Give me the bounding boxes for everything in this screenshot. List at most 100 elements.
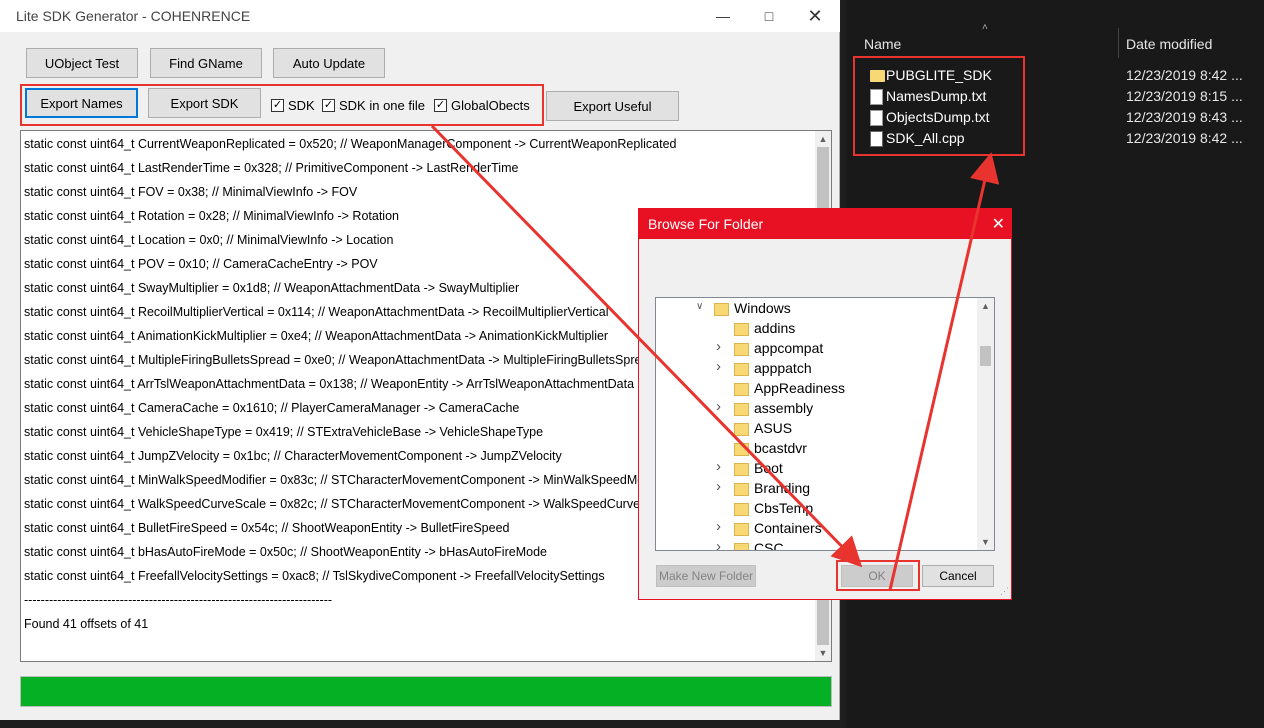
- folder-icon: [734, 543, 749, 550]
- text-file-icon: [870, 89, 883, 105]
- global-objects-label: GlobalObects: [451, 98, 530, 113]
- folder-icon: [734, 423, 749, 436]
- close-button[interactable]: ✕: [792, 0, 838, 32]
- log-line: static const uint64_t AnimationKickMulti…: [24, 329, 609, 343]
- window-title: Lite SDK Generator - COHENRENCE: [16, 8, 251, 24]
- file-row[interactable]: NamesDump.txt 12/23/2019 8:15 ...: [846, 87, 1264, 107]
- log-line: static const uint64_t VehicleShapeType =…: [24, 425, 544, 439]
- title-bar: Lite SDK Generator - COHENRENCE — □ ✕: [0, 0, 840, 32]
- file-row[interactable]: PUBGLITE_SDK 12/23/2019 8:42 ...: [846, 66, 1264, 86]
- folder-icon: [734, 323, 749, 336]
- find-gname-button[interactable]: Find GName: [150, 48, 262, 78]
- chevron-right-icon[interactable]: ›: [716, 358, 728, 375]
- dialog-title: Browse For Folder: [648, 216, 764, 232]
- log-line: static const uint64_t RecoilMultiplierVe…: [24, 305, 609, 319]
- file-name: PUBGLITE_SDK: [886, 67, 992, 83]
- file-row[interactable]: SDK_All.cpp 12/23/2019 8:42 ...: [846, 129, 1264, 149]
- log-line: static const uint64_t FreefallVelocitySe…: [24, 569, 605, 583]
- tree-item-label: addins: [754, 320, 796, 336]
- file-name: NamesDump.txt: [886, 88, 987, 104]
- log-line: static const uint64_t CurrentWeaponRepli…: [24, 137, 677, 151]
- cpp-file-icon: [870, 131, 883, 147]
- file-name: SDK_All.cpp: [886, 130, 965, 146]
- file-date: 12/23/2019 8:42 ...: [1126, 130, 1243, 146]
- minimize-button[interactable]: —: [700, 0, 746, 32]
- log-line: static const uint64_t JumpZVelocity = 0x…: [24, 449, 562, 463]
- tree-item-label: AppReadiness: [754, 380, 846, 396]
- check-icon: ✓: [322, 99, 335, 112]
- folder-icon: [734, 503, 749, 516]
- tree-item-label: Windows: [734, 300, 791, 316]
- check-icon: ✓: [271, 99, 284, 112]
- scroll-up-icon[interactable]: ▲: [977, 298, 994, 314]
- chevron-right-icon[interactable]: ›: [716, 518, 728, 535]
- file-date: 12/23/2019 8:43 ...: [1126, 109, 1243, 125]
- maximize-button[interactable]: □: [746, 0, 792, 32]
- file-name: ObjectsDump.txt: [886, 109, 990, 125]
- tree-scrollbar[interactable]: ▲ ▼: [977, 298, 994, 550]
- export-names-button[interactable]: Export Names: [25, 88, 138, 118]
- chevron-right-icon[interactable]: ›: [716, 338, 728, 355]
- export-sdk-button[interactable]: Export SDK: [148, 88, 261, 118]
- chevron-right-icon[interactable]: ›: [716, 398, 728, 415]
- file-date: 12/23/2019 8:15 ...: [1126, 88, 1243, 104]
- log-line: static const uint64_t MinWalkSpeedModifi…: [24, 473, 672, 487]
- sdk-checkbox[interactable]: ✓ SDK: [271, 98, 315, 113]
- chevron-right-icon[interactable]: ›: [716, 478, 728, 495]
- log-line: static const uint64_t WalkSpeedCurveScal…: [24, 497, 672, 511]
- tree-item-label: CSC: [754, 540, 784, 551]
- sdk-in-one-file-checkbox[interactable]: ✓ SDK in one file: [322, 98, 425, 113]
- log-line: static const uint64_t FOV = 0x38; // Min…: [24, 185, 358, 199]
- check-icon: ✓: [434, 99, 447, 112]
- log-line: static const uint64_t BulletFireSpeed = …: [24, 521, 510, 535]
- ok-button[interactable]: OK: [841, 565, 913, 587]
- log-line: Found 41 offsets of 41: [24, 617, 149, 631]
- folder-icon: [734, 483, 749, 496]
- uobject-test-button[interactable]: UObject Test: [26, 48, 138, 78]
- file-row[interactable]: ObjectsDump.txt 12/23/2019 8:43 ...: [846, 108, 1264, 128]
- chevron-right-icon[interactable]: ›: [716, 458, 728, 475]
- resize-grip-icon[interactable]: ⋰: [1000, 586, 1009, 597]
- text-file-icon: [870, 110, 883, 126]
- folder-tree[interactable]: ∨ Windows addins › appcompat › apppatch AppRead…: [655, 297, 995, 551]
- make-new-folder-button[interactable]: Make New Folder: [656, 565, 756, 587]
- cancel-button[interactable]: Cancel: [922, 565, 994, 587]
- global-objects-checkbox[interactable]: ✓ GlobalObects: [434, 98, 530, 113]
- log-line: static const uint64_t ArrTslWeaponAttach…: [24, 377, 635, 391]
- tree-item-label: apppatch: [754, 360, 812, 376]
- folder-icon: [734, 443, 749, 456]
- chevron-down-icon[interactable]: ∨: [696, 301, 708, 312]
- sdk-checkbox-label: SDK: [288, 98, 315, 113]
- file-date: 12/23/2019 8:42 ...: [1126, 67, 1243, 83]
- scroll-down-icon[interactable]: ▼: [815, 645, 831, 661]
- browse-for-folder-dialog: Browse For Folder ✕ ∨ Windows addins › appco…: [638, 208, 1012, 600]
- dialog-title-bar: Browse For Folder ✕: [639, 209, 1011, 239]
- folder-icon: [734, 403, 749, 416]
- tree-item-label: appcompat: [754, 340, 824, 356]
- export-useful-button[interactable]: Export Useful: [546, 91, 679, 121]
- folder-icon: [734, 343, 749, 356]
- log-line: static const uint64_t LastRenderTime = 0…: [24, 161, 519, 175]
- column-divider[interactable]: [1118, 28, 1119, 58]
- folder-icon: [870, 70, 885, 82]
- log-line: static const uint64_t Location = 0x0; //…: [24, 233, 394, 247]
- scroll-thumb[interactable]: [980, 346, 991, 366]
- auto-update-button[interactable]: Auto Update: [273, 48, 385, 78]
- log-line: static const uint64_t POV = 0x10; // Cam…: [24, 257, 378, 271]
- folder-icon: [734, 463, 749, 476]
- tree-item-label: CbsTemp: [754, 500, 814, 516]
- dialog-close-icon[interactable]: ✕: [992, 214, 1005, 234]
- folder-icon: [734, 523, 749, 536]
- log-line: ----------------------------------------…: [24, 593, 333, 607]
- tree-item-label: bcastdvr: [754, 440, 807, 456]
- log-line: static const uint64_t CameraCache = 0x16…: [24, 401, 520, 415]
- log-line: static const uint64_t Rotation = 0x28; /…: [24, 209, 399, 223]
- scroll-up-icon[interactable]: ▲: [815, 131, 831, 147]
- log-line: static const uint64_t MultipleFiringBull…: [24, 353, 656, 367]
- column-header-date[interactable]: Date modified: [1126, 28, 1212, 60]
- folder-icon: [714, 303, 729, 316]
- log-line: static const uint64_t bHasAutoFireMode =…: [24, 545, 547, 559]
- chevron-right-icon[interactable]: ›: [716, 538, 728, 550]
- sort-ascending-icon: ˄: [982, 22, 988, 33]
- scroll-down-icon[interactable]: ▼: [977, 534, 994, 550]
